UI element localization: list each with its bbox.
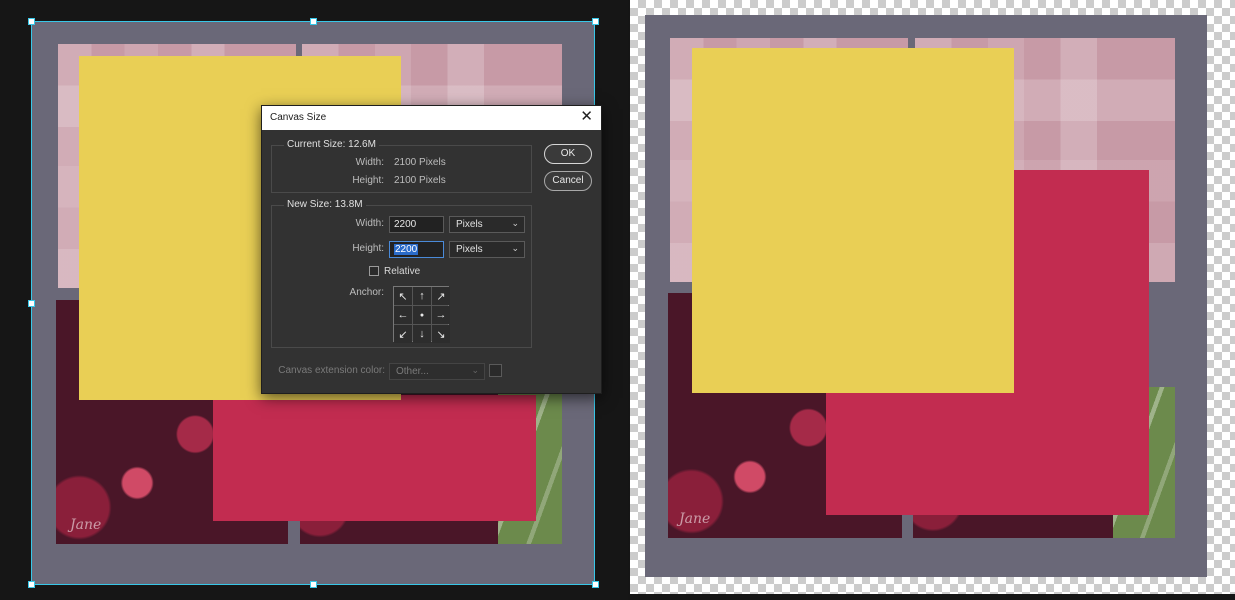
anchor-arrow-bottom-left-icon[interactable]: ↙ xyxy=(394,325,412,343)
extension-color-value: Other... xyxy=(396,366,429,377)
current-height-value: 2100 Pixels xyxy=(394,175,446,186)
new-width-label: Width: xyxy=(355,218,384,229)
anchor-arrow-top-right-icon[interactable]: ↗ xyxy=(432,287,450,305)
transform-handle-bottom-center[interactable] xyxy=(310,581,317,588)
extension-color-label: Canvas extension color: xyxy=(278,365,385,376)
close-icon[interactable]: ✕ xyxy=(580,109,593,125)
transform-handle-bottom-right[interactable] xyxy=(592,581,599,588)
current-width-value: 2100 Pixels xyxy=(394,157,446,168)
chevron-down-icon: ⌄ xyxy=(511,218,519,228)
artist-signature: Jane xyxy=(70,517,102,533)
current-height-label: Height: xyxy=(352,175,384,186)
height-unit-select[interactable]: Pixels ⌄ xyxy=(449,241,525,258)
height-input[interactable]: 2200 xyxy=(389,241,444,258)
relative-checkbox[interactable] xyxy=(369,266,379,276)
new-height-label: Height: xyxy=(352,243,384,254)
yellow-block[interactable] xyxy=(692,48,1014,393)
dialog-title: Canvas Size xyxy=(270,112,327,123)
anchor-arrow-right-icon[interactable]: → xyxy=(432,306,450,324)
extension-color-swatch[interactable] xyxy=(489,364,502,377)
dialog-titlebar[interactable]: Canvas Size ✕ xyxy=(262,106,601,130)
canvas-size-dialog: Canvas Size ✕ Current Size: 12.6M Width:… xyxy=(261,105,602,394)
chevron-down-icon: ⌄ xyxy=(511,243,519,253)
anchor-center-dot-icon[interactable]: ● xyxy=(413,306,431,324)
anchor-arrow-top-left-icon[interactable]: ↖ xyxy=(394,287,412,305)
chevron-down-icon: ⌄ xyxy=(471,365,479,375)
relative-label[interactable]: Relative xyxy=(384,266,420,277)
transform-handle-bottom-left[interactable] xyxy=(28,581,35,588)
transform-handle-mid-left[interactable] xyxy=(28,300,35,307)
current-width-label: Width: xyxy=(355,157,384,168)
current-size-title: Current Size: 12.6M xyxy=(284,139,379,150)
anchor-grid: ↖ ↑ ↗ ← ● → ↙ ↓ ↘ xyxy=(393,286,450,343)
transform-handle-top-center[interactable] xyxy=(310,18,317,25)
width-input-value: 2200 xyxy=(394,219,417,230)
current-size-group: Current Size: 12.6M Width: 2100 Pixels H… xyxy=(271,139,532,193)
anchor-arrow-down-icon[interactable]: ↓ xyxy=(413,325,431,343)
transform-handle-top-left[interactable] xyxy=(28,18,35,25)
width-input[interactable]: 2200 xyxy=(389,216,444,233)
ok-button[interactable]: OK xyxy=(544,144,592,164)
red-block[interactable] xyxy=(213,395,536,521)
height-unit-value: Pixels xyxy=(456,244,483,255)
transform-handle-top-right[interactable] xyxy=(592,18,599,25)
artist-signature: Jane xyxy=(679,511,711,527)
cancel-button[interactable]: Cancel xyxy=(544,171,592,191)
width-unit-value: Pixels xyxy=(456,219,483,230)
anchor-label: Anchor: xyxy=(349,287,384,298)
height-input-value: 2200 xyxy=(394,244,419,255)
extension-color-select[interactable]: Other... ⌄ xyxy=(389,363,485,380)
width-unit-select[interactable]: Pixels ⌄ xyxy=(449,216,525,233)
anchor-arrow-up-icon[interactable]: ↑ xyxy=(413,287,431,305)
new-size-title: New Size: 13.8M xyxy=(284,199,366,210)
anchor-arrow-bottom-right-icon[interactable]: ↘ xyxy=(432,325,450,343)
anchor-arrow-left-icon[interactable]: ← xyxy=(394,306,412,324)
